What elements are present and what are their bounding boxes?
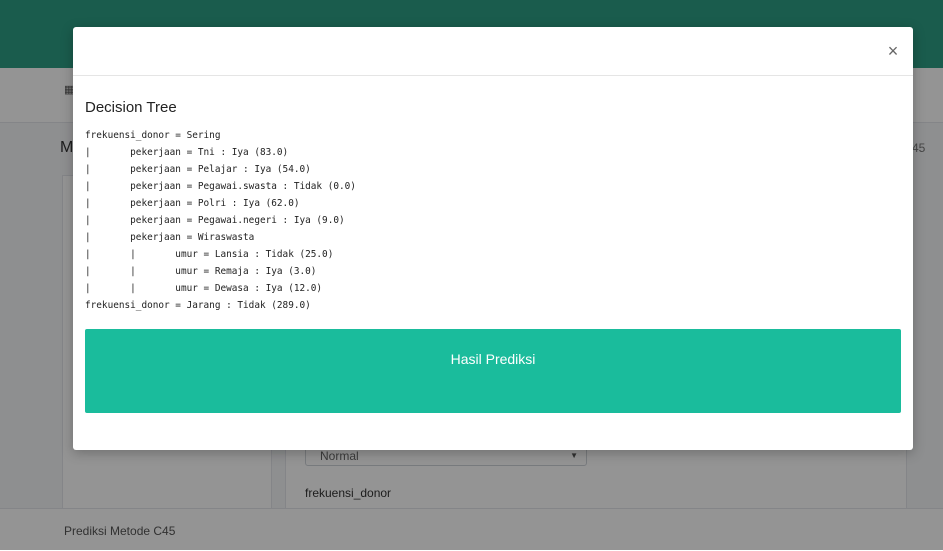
tree-line: | pekerjaan = Wiraswasta (85, 232, 255, 243)
tree-line: | | umur = Remaja : Iya (3.0) (85, 266, 317, 277)
tree-line: | pekerjaan = Pelajar : Iya (54.0) (85, 164, 311, 175)
tree-line: | | umur = Lansia : Tidak (25.0) (85, 249, 334, 260)
close-icon[interactable]: × (885, 42, 901, 60)
decision-tree-modal: × Decision Tree frekuensi_donor = Sering… (73, 27, 913, 450)
modal-header: × (73, 27, 913, 76)
tree-line: | pekerjaan = Pegawai.swasta : Tidak (0.… (85, 181, 356, 192)
tree-line: | pekerjaan = Tni : Iya (83.0) (85, 147, 289, 158)
hasil-prediksi-button[interactable]: Hasil Prediksi (85, 329, 901, 413)
tree-line: frekuensi_donor = Jarang : Tidak (289.0) (85, 300, 311, 311)
decision-tree-text: frekuensi_donor = Sering | pekerjaan = Tn… (85, 127, 356, 314)
tree-line: | | umur = Dewasa : Iya (12.0) (85, 283, 323, 294)
tree-line: | pekerjaan = Polri : Iya (62.0) (85, 198, 300, 209)
tree-line: | pekerjaan = Pegawai.negeri : Iya (9.0) (85, 215, 345, 226)
tree-line: frekuensi_donor = Sering (85, 130, 221, 141)
hasil-prediksi-label: Hasil Prediksi (450, 351, 536, 367)
modal-title: Decision Tree (85, 99, 177, 116)
